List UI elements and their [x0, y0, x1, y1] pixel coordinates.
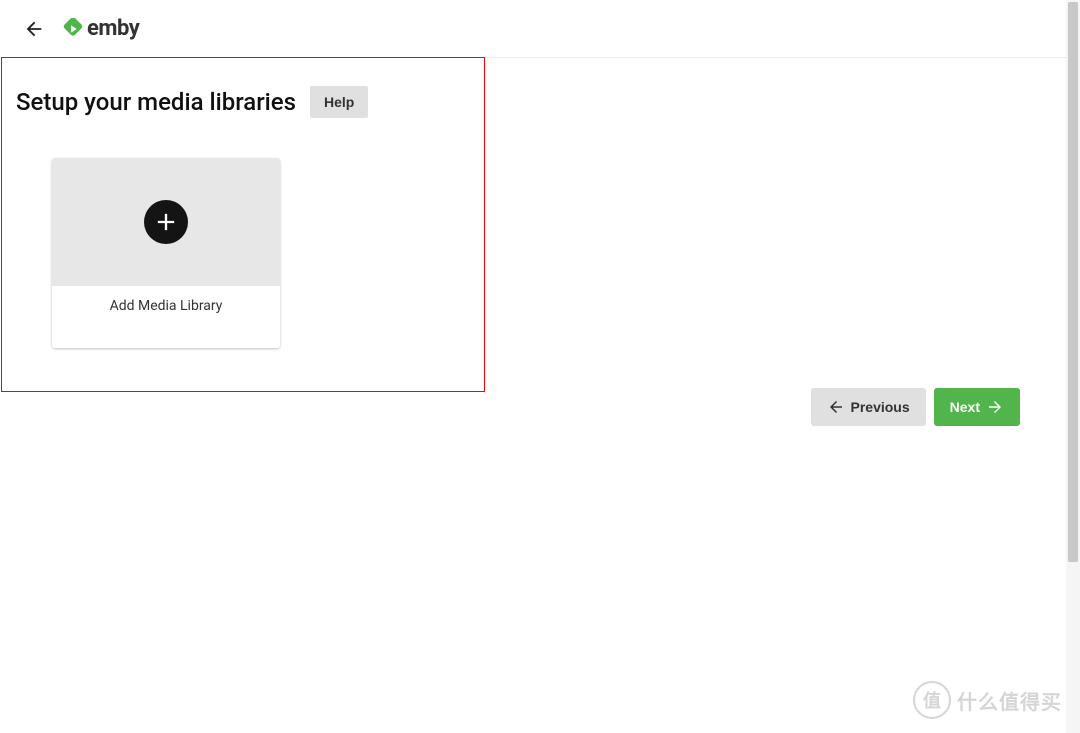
scrollbar-track[interactable]	[1066, 0, 1080, 733]
watermark-badge: 值	[913, 681, 951, 719]
arrow-left-icon	[23, 18, 45, 40]
arrow-right-icon	[986, 398, 1004, 416]
watermark: 值 什么值得买	[913, 681, 1062, 719]
brand-name: emby	[87, 16, 139, 41]
add-library-card[interactable]: Add Media Library	[52, 158, 280, 348]
card-image-area	[52, 158, 280, 286]
brand-logo[interactable]: emby	[62, 16, 139, 41]
previous-button[interactable]: Previous	[811, 388, 926, 426]
watermark-text: 什么值得买	[957, 686, 1062, 715]
plus-icon-circle	[144, 200, 188, 244]
plus-icon	[152, 208, 180, 236]
top-bar: emby	[0, 0, 1080, 58]
back-button[interactable]	[16, 11, 52, 47]
card-label: Add Media Library	[52, 286, 280, 348]
page-title: Setup your media libraries	[16, 88, 296, 116]
arrow-left-icon	[827, 398, 845, 416]
emby-logo-icon	[62, 18, 84, 40]
header-row: Setup your media libraries Help	[16, 86, 1064, 118]
main-content: Setup your media libraries Help Add Medi…	[0, 58, 1080, 348]
help-button[interactable]: Help	[310, 86, 368, 118]
nav-buttons: Previous Next	[811, 388, 1021, 426]
next-button[interactable]: Next	[934, 388, 1020, 426]
previous-label: Previous	[851, 399, 910, 415]
next-label: Next	[950, 399, 980, 415]
scrollbar-thumb[interactable]	[1068, 2, 1078, 562]
